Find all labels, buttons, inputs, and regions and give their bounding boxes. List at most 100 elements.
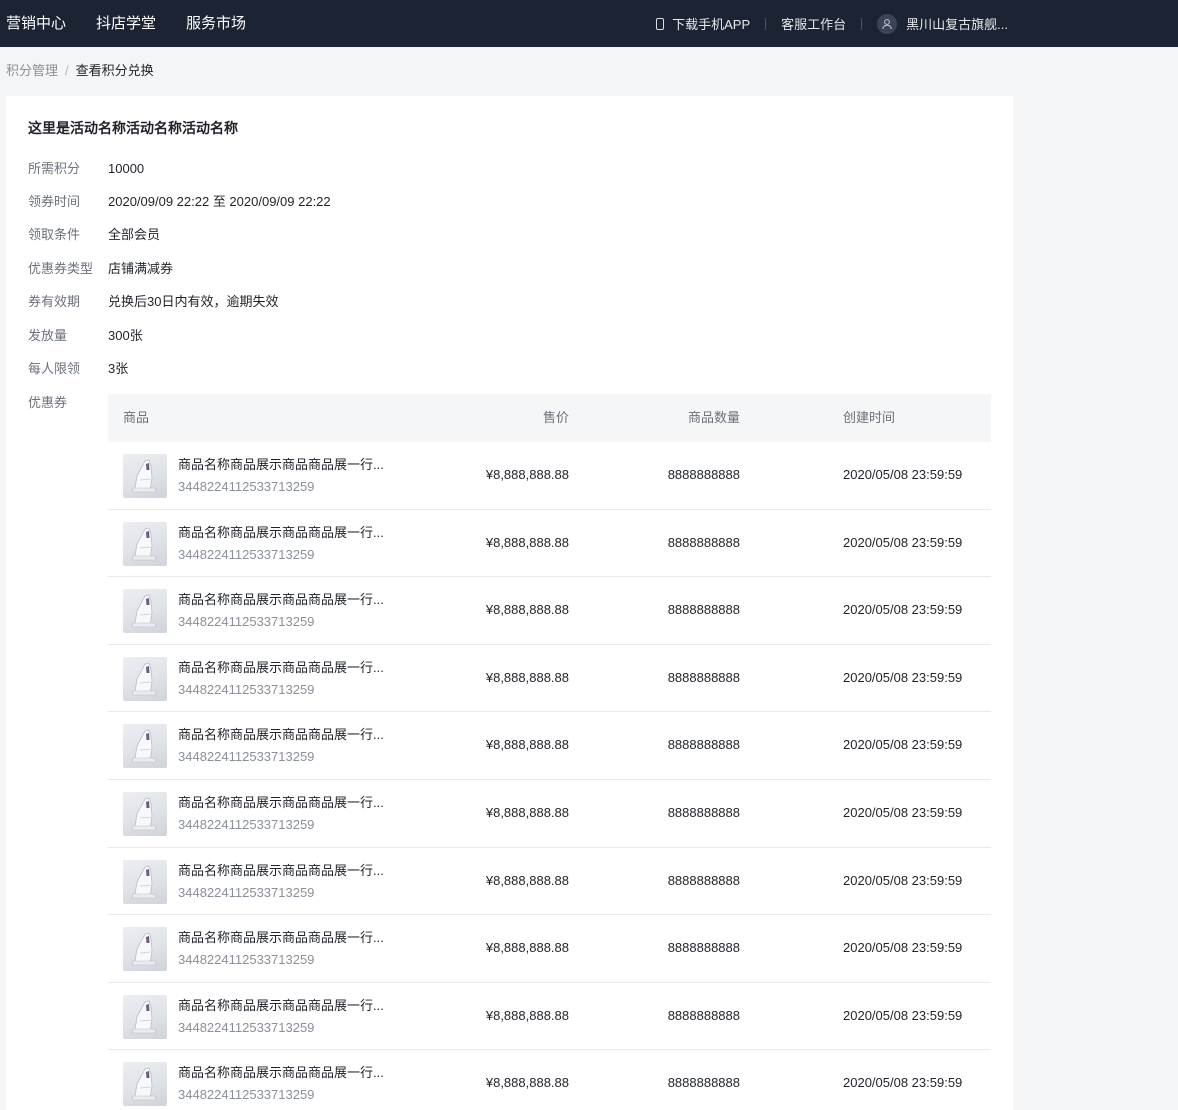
product-name[interactable]: 商品名称商品展示商品商品展一行...: [178, 726, 388, 744]
coupon-goods-table: 商品 售价 商品数量 创建时间 商品名称商品展示商品商品展一行... 34482…: [108, 394, 991, 1110]
download-app-link[interactable]: 下载手机APP: [656, 14, 750, 33]
field-issue-amount: 发放量 300张: [28, 327, 143, 345]
column-quantity: 商品数量: [687, 410, 740, 425]
product-name[interactable]: 商品名称商品展示商品商品展一行...: [178, 997, 388, 1015]
product-thumbnail[interactable]: [123, 454, 167, 498]
field-coupon-type: 优惠券类型 店铺满减券: [28, 260, 173, 278]
field-value: 10000: [108, 161, 145, 176]
product-quantity: 8888888888: [667, 737, 740, 753]
product-thumbnail[interactable]: [123, 521, 167, 566]
topbar-actions: 下载手机APP 客服工作台 黑川山复古旗舰...: [656, 0, 1008, 47]
product-name[interactable]: 商品名称商品展示商品商品展一行...: [178, 524, 388, 542]
download-app-label: 下载手机APP: [672, 17, 751, 32]
product-thumbnail[interactable]: [123, 994, 167, 1039]
field-coupon: 优惠券: [28, 394, 108, 412]
column-goods: 商品: [123, 410, 150, 425]
field-label: 每人限领: [28, 361, 81, 376]
field-value: 300张: [108, 328, 143, 343]
field-label: 领券时间: [28, 194, 81, 209]
shoe-icon: [131, 729, 157, 763]
product-id: 3448224112533713259: [178, 546, 315, 562]
product-thumbnail[interactable]: [123, 724, 167, 769]
field-value: 店铺满减券: [108, 261, 174, 276]
product-price: ¥8,888,888.88: [485, 940, 569, 956]
table-row: 商品名称商品展示商品商品展一行... 3448224112533713259 ¥…: [108, 848, 991, 916]
product-thumbnail[interactable]: [123, 859, 167, 904]
user-menu[interactable]: 黑川山复古旗舰...: [877, 13, 1008, 34]
product-name[interactable]: 商品名称商品展示商品商品展一行...: [178, 794, 388, 812]
breadcrumb-separator: /: [65, 63, 69, 78]
table-row: 商品名称商品展示商品商品展一行... 3448224112533713259 ¥…: [108, 1050, 991, 1110]
product-name[interactable]: 商品名称商品展示商品商品展一行...: [178, 1064, 388, 1082]
product-price: ¥8,888,888.88: [485, 669, 569, 685]
field-claim-condition: 领取条件 全部会员: [28, 226, 160, 244]
product-price: ¥8,888,888.88: [485, 1007, 569, 1023]
product-quantity: 8888888888: [667, 1075, 740, 1091]
field-per-person-limit: 每人限领 3张: [28, 360, 128, 378]
shoe-icon: [131, 1000, 157, 1034]
shoe-icon: [131, 459, 157, 493]
product-created-time: 2020/05/08 23:59:59: [843, 1075, 963, 1091]
breadcrumb: 积分管理 / 查看积分兑换: [6, 62, 154, 80]
breadcrumb-points-management[interactable]: 积分管理: [6, 62, 58, 80]
detail-card: 这里是活动名称活动名称活动名称 所需积分 10000 领券时间 2020/09/…: [6, 96, 1013, 1110]
product-name[interactable]: 商品名称商品展示商品商品展一行...: [178, 659, 388, 677]
product-quantity: 8888888888: [667, 872, 740, 888]
product-quantity: 8888888888: [667, 602, 740, 618]
product-created-time: 2020/05/08 23:59:59: [843, 737, 963, 753]
product-price: ¥8,888,888.88: [485, 737, 569, 753]
product-id: 3448224112533713259: [178, 816, 315, 832]
product-thumbnail[interactable]: [123, 656, 167, 701]
divider: [765, 17, 767, 30]
table-row: 商品名称商品展示商品商品展一行... 3448224112533713259 ¥…: [108, 915, 991, 983]
breadcrumb-current: 查看积分兑换: [75, 63, 154, 78]
shoe-icon: [131, 865, 157, 898]
field-label: 发放量: [28, 328, 68, 343]
shoe-icon: [131, 797, 157, 831]
table-row: 商品名称商品展示商品商品展一行... 3448224112533713259 ¥…: [108, 712, 991, 780]
product-name[interactable]: 商品名称商品展示商品商品展一行...: [178, 862, 388, 880]
nav-shop-academy[interactable]: 抖店学堂: [90, 14, 162, 34]
field-label: 领取条件: [28, 227, 81, 242]
product-thumbnail[interactable]: [123, 1062, 167, 1107]
nav-marketing-center[interactable]: 营销中心: [0, 14, 72, 34]
product-price: ¥8,888,888.88: [485, 602, 569, 618]
field-value: 兑换后30日内有效，逾期失效: [108, 294, 279, 309]
shoe-icon: [131, 662, 157, 696]
product-thumbnail[interactable]: [123, 589, 167, 634]
product-created-time: 2020/05/08 23:59:59: [843, 602, 963, 618]
product-created-time: 2020/05/08 23:59:59: [843, 872, 963, 888]
product-name[interactable]: 商品名称商品展示商品商品展一行...: [178, 929, 388, 947]
product-thumbnail[interactable]: [123, 927, 167, 972]
table-row: 商品名称商品展示商品商品展一行... 3448224112533713259 ¥…: [108, 983, 991, 1051]
service-desk-link[interactable]: 客服工作台: [781, 14, 846, 33]
service-desk-label: 客服工作台: [781, 17, 847, 32]
product-price: ¥8,888,888.88: [485, 534, 569, 550]
product-id: 3448224112533713259: [178, 749, 315, 765]
product-name[interactable]: 商品名称商品展示商品商品展一行...: [178, 456, 388, 474]
top-navigation-bar: 营销中心 抖店学堂 服务市场 下载手机APP 客服工作台 黑川山复古旗舰...: [0, 0, 1178, 47]
product-quantity: 8888888888: [667, 534, 740, 550]
activity-title: 这里是活动名称活动名称活动名称: [28, 120, 238, 136]
product-id: 3448224112533713259: [178, 681, 315, 697]
product-id: 3448224112533713259: [178, 1019, 315, 1035]
field-label: 优惠券: [28, 395, 68, 410]
product-name[interactable]: 商品名称商品展示商品商品展一行...: [178, 591, 388, 609]
product-created-time: 2020/05/08 23:59:59: [843, 940, 963, 956]
table-body: 商品名称商品展示商品商品展一行... 3448224112533713259 ¥…: [108, 442, 991, 1110]
product-thumbnail[interactable]: [123, 791, 167, 836]
product-id: 3448224112533713259: [178, 1087, 315, 1103]
table-row: 商品名称商品展示商品商品展一行... 3448224112533713259 ¥…: [108, 577, 991, 645]
divider: [861, 17, 863, 30]
field-value: 全部会员: [108, 227, 161, 242]
product-quantity: 8888888888: [667, 1007, 740, 1023]
column-created-time: 创建时间: [843, 410, 896, 425]
table-header: 商品 售价 商品数量 创建时间: [108, 394, 991, 442]
product-quantity: 8888888888: [667, 669, 740, 685]
product-id: 3448224112533713259: [178, 479, 315, 494]
shoe-icon: [131, 932, 157, 966]
user-avatar-icon: [877, 13, 898, 34]
nav-service-market[interactable]: 服务市场: [180, 14, 252, 34]
shoe-icon: [131, 1067, 157, 1101]
product-price: ¥8,888,888.88: [485, 872, 569, 888]
